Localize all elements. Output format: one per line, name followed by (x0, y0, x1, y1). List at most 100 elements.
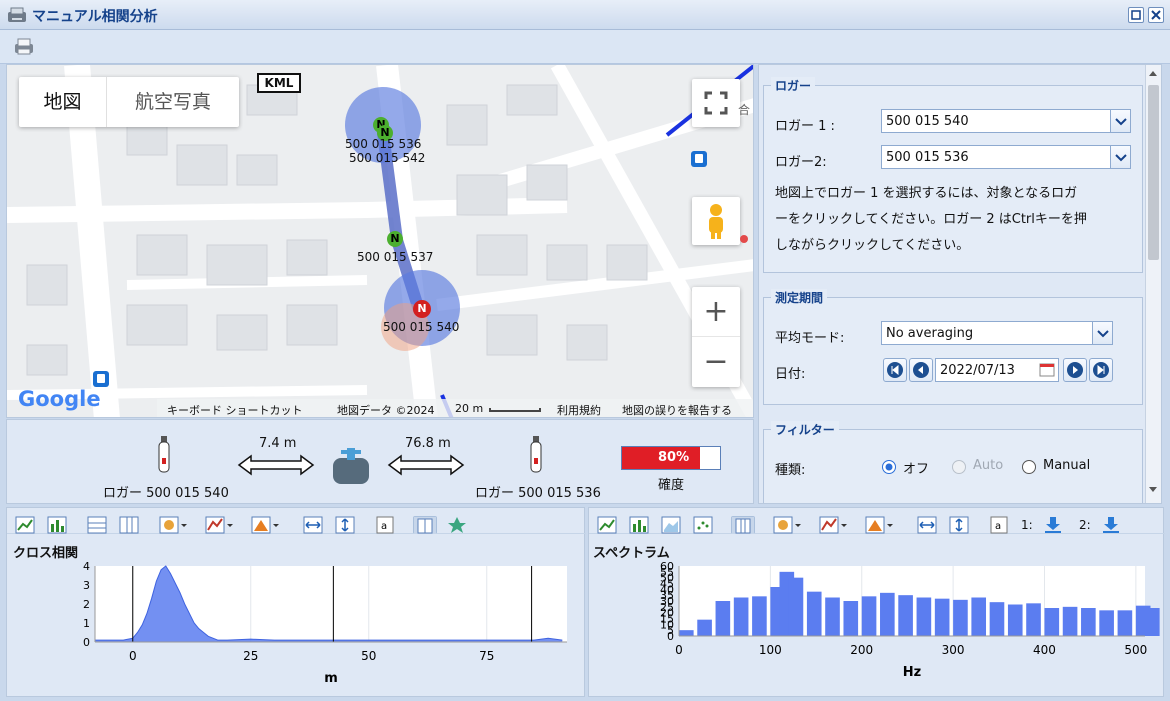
scroll-down-arrow[interactable] (1149, 487, 1157, 492)
scroll-up-arrow[interactable] (1149, 71, 1157, 76)
keyboard-shortcuts-link[interactable]: キーボード ショートカット (167, 402, 303, 417)
skip-forward-icon (1097, 364, 1105, 376)
date-last-button[interactable] (1089, 358, 1113, 382)
filter-group-legend: フィルター (771, 421, 839, 438)
fit-height-icon[interactable] (335, 516, 355, 534)
area-chart-icon[interactable] (661, 516, 681, 534)
spectrum-bar (989, 602, 1005, 636)
x-axis-label: Hz (903, 665, 921, 680)
color-dropdown-icon[interactable] (251, 516, 279, 534)
fit-width-icon[interactable] (917, 516, 937, 534)
fullscreen-icon (704, 91, 728, 115)
date-first-button[interactable] (883, 358, 907, 382)
fit-height-icon[interactable] (949, 516, 969, 534)
cross-correlation-chart[interactable]: 0 25 50 75 0 1 2 3 4 m (7, 558, 586, 696)
x-tick-label: 100 (759, 643, 782, 657)
filter-off-label: オフ (903, 462, 930, 477)
kml-button[interactable]: KML (257, 73, 301, 93)
scatter-chart-icon[interactable] (693, 516, 713, 534)
average-mode-value: No averaging (886, 326, 974, 341)
y-tick-label: 1 (83, 617, 90, 630)
fit-width-icon[interactable] (303, 516, 323, 534)
x-tick-label: 0 (129, 649, 137, 663)
split-horizontal-icon[interactable] (87, 516, 107, 534)
spectrum-bar (733, 597, 749, 636)
bus-stop-icon[interactable] (691, 151, 707, 167)
chart-style-dropdown-icon[interactable] (205, 516, 233, 534)
line-chart-icon[interactable] (597, 516, 617, 534)
bar-chart-icon[interactable] (629, 516, 649, 534)
logger1-select[interactable]: 500 015 540 (881, 109, 1131, 133)
split-vertical-icon[interactable] (119, 516, 139, 534)
poi-icon (740, 235, 748, 243)
logger-device-icon (530, 436, 542, 473)
palette-dropdown-icon[interactable] (773, 516, 801, 534)
maximize-button[interactable] (1128, 7, 1144, 23)
spectrum-chart[interactable]: 0 100 200 300 400 500051015202530354045505560… (589, 558, 1165, 696)
chevron-down-icon (1115, 154, 1127, 162)
logger-label: 500 015 537 (357, 250, 434, 264)
google-logo[interactable]: Google (18, 387, 101, 411)
text-label-icon[interactable]: a (375, 516, 395, 534)
calendar-icon[interactable] (1039, 362, 1055, 378)
chart-style-dropdown-icon[interactable] (819, 516, 847, 534)
chevron-down-icon (1115, 118, 1127, 126)
main-toolbar (0, 30, 1170, 64)
logger2-label: ロガー2: (775, 155, 827, 170)
average-mode-select[interactable]: No averaging (881, 321, 1113, 345)
line-chart-icon[interactable] (15, 516, 35, 534)
x-tick-label: 300 (942, 643, 965, 657)
filter-auto-label: Auto (973, 458, 1004, 473)
street-view-button[interactable] (692, 197, 740, 245)
palette-dropdown-icon[interactable] (159, 516, 187, 534)
date-input[interactable]: 2022/07/13 (935, 358, 1059, 382)
y-tick-label: 0 (83, 636, 90, 649)
zoom-out-button[interactable]: − (692, 337, 740, 387)
download-icon[interactable] (1043, 516, 1063, 534)
text-label-icon[interactable]: a (989, 516, 1009, 534)
logger-device-icon (158, 436, 170, 473)
spectrum-bar (679, 630, 694, 636)
help-line: 地図上でロガー 1 を選択するには、対象となるロガ (775, 186, 1078, 201)
zoom-in-button[interactable]: + (692, 287, 740, 337)
bus-icon (97, 374, 105, 383)
bus-stop-icon[interactable] (93, 371, 109, 387)
spectrum-panel: a 1: 2: スペクトラム 0 100 200 300 400 500 0 5 10 15 20 2… (588, 507, 1165, 697)
split-vertical-toggle-icon[interactable] (731, 516, 755, 534)
scrollbar-thumb[interactable] (1148, 85, 1159, 260)
bar-chart-icon[interactable] (47, 516, 67, 534)
print-icon[interactable] (13, 38, 35, 56)
fullscreen-button[interactable] (692, 79, 740, 127)
map-view[interactable]: 地図 航空写真 KML N N 500 015 536 500 015 542 … (6, 64, 754, 418)
color-dropdown-icon[interactable] (865, 516, 893, 534)
logger-marker[interactable]: N (387, 231, 403, 247)
logger2-select[interactable]: 500 015 536 (881, 145, 1131, 169)
date-next-button[interactable] (1063, 358, 1087, 382)
x-tick-label: 400 (1033, 643, 1056, 657)
cross-correlation-toolbar: a (7, 512, 586, 534)
terms-link[interactable]: 利用規約 (557, 402, 601, 417)
spectrum-bar (916, 597, 932, 636)
logger-label: 500 015 542 (349, 151, 426, 165)
report-error-link[interactable]: 地図の誤りを報告する (622, 402, 732, 417)
spectrum-bar (1044, 608, 1060, 636)
spectrum-bar (806, 591, 822, 636)
settings-panel: ロガー ロガー 1 : 500 015 540 ロガー2: 500 015 53… (758, 64, 1162, 504)
map-type-satellite-button[interactable]: 航空写真 (107, 77, 239, 127)
date-value: 2022/07/13 (940, 363, 1015, 378)
period-group (763, 297, 1143, 405)
logger-marker-selected[interactable]: N (413, 300, 431, 318)
pegman-icon (709, 204, 723, 239)
date-prev-button[interactable] (909, 358, 933, 382)
filter-star-icon[interactable] (447, 516, 467, 534)
split-view-toggle-icon[interactable] (413, 516, 437, 534)
x-tick-label: 25 (243, 649, 258, 663)
map-type-map-button[interactable]: 地図 (19, 77, 107, 127)
spectrum-bar (934, 598, 950, 636)
spectrum-bar (788, 577, 804, 636)
logger-help-text: 地図上でロガー 1 を選択するには、対象となるロガ ーをクリックしてください。ロ… (775, 181, 1145, 259)
spectrum-bar (953, 599, 968, 636)
close-button[interactable] (1148, 7, 1164, 23)
settings-scrollbar[interactable] (1145, 65, 1161, 503)
download-icon[interactable] (1101, 516, 1121, 534)
